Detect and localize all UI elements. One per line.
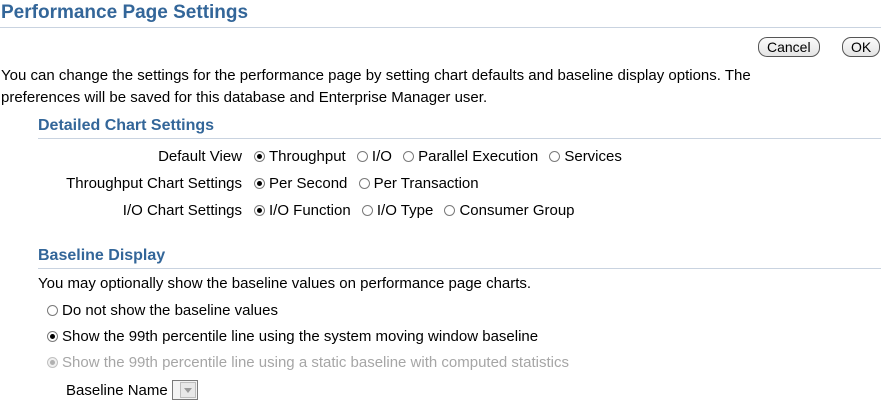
baseline-static-radio xyxy=(47,357,58,368)
consumer-group-option[interactable]: Consumer Group xyxy=(444,200,575,222)
io-type-radio[interactable] xyxy=(361,205,373,216)
per-transaction-radio[interactable] xyxy=(358,178,370,189)
default-view-throughput-radio[interactable] xyxy=(254,151,265,162)
per-transaction-label: Per Transaction xyxy=(373,175,479,192)
default-view-row: Default View Throughput I/O Parallel Exe… xyxy=(0,146,881,168)
baseline-moving-window-label: Show the 99th percentile line using the … xyxy=(62,328,539,345)
default-view-io-option[interactable]: I/O xyxy=(356,146,392,168)
per-second-label: Per Second xyxy=(269,175,348,192)
baseline-moving-window-radio[interactable] xyxy=(47,331,58,342)
baseline-option-none[interactable]: Do not show the baseline values xyxy=(47,300,278,322)
io-type-option[interactable]: I/O Type xyxy=(361,200,434,222)
io-settings-row: I/O Chart Settings I/O Function I/O Type… xyxy=(0,200,881,222)
cancel-button[interactable]: Cancel xyxy=(758,37,820,57)
default-view-options: Throughput I/O Parallel Execution Servic… xyxy=(254,146,629,168)
io-type-label: I/O Type xyxy=(376,202,434,219)
io-function-radio[interactable] xyxy=(254,205,265,216)
intro-line-2: preferences will be saved for this datab… xyxy=(1,89,488,106)
default-view-throughput-label: Throughput xyxy=(269,148,346,165)
baseline-description: You may optionally show the baseline val… xyxy=(38,275,532,292)
baseline-none-radio[interactable] xyxy=(47,305,58,316)
intro-text: You can change the settings for the perf… xyxy=(1,65,881,109)
baseline-name-row: Baseline Name xyxy=(66,380,198,402)
page-title: Performance Page Settings xyxy=(0,0,881,28)
io-function-label: I/O Function xyxy=(269,202,351,219)
chevron-down-icon[interactable] xyxy=(179,382,196,398)
throughput-settings-options: Per Second Per Transaction xyxy=(254,173,486,195)
baseline-display-header: Baseline Display xyxy=(38,245,881,269)
ok-button[interactable]: OK xyxy=(842,37,881,57)
throughput-settings-label: Throughput Chart Settings xyxy=(66,175,242,192)
consumer-group-radio[interactable] xyxy=(444,205,456,216)
default-view-parallel-label: Parallel Execution xyxy=(418,148,539,165)
throughput-settings-row: Throughput Chart Settings Per Second Per… xyxy=(0,173,881,195)
default-view-parallel-option[interactable]: Parallel Execution xyxy=(403,146,538,168)
baseline-name-label: Baseline Name xyxy=(66,382,168,399)
baseline-option-static: Show the 99th percentile line using a st… xyxy=(47,352,569,374)
io-function-option[interactable]: I/O Function xyxy=(254,200,351,222)
per-transaction-option[interactable]: Per Transaction xyxy=(358,173,479,195)
io-settings-options: I/O Function I/O Type Consumer Group xyxy=(254,200,582,222)
default-view-services-option[interactable]: Services xyxy=(549,146,622,168)
detailed-chart-settings-header: Detailed Chart Settings xyxy=(38,115,881,139)
default-view-io-label: I/O xyxy=(371,148,392,165)
intro-line-1: You can change the settings for the perf… xyxy=(1,67,751,84)
performance-page-settings: Performance Page Settings Cancel OK You … xyxy=(0,0,881,406)
per-second-option[interactable]: Per Second xyxy=(254,173,347,195)
consumer-group-label: Consumer Group xyxy=(459,202,575,219)
default-view-services-radio[interactable] xyxy=(549,151,561,162)
default-view-throughput-option[interactable]: Throughput xyxy=(254,146,346,168)
per-second-radio[interactable] xyxy=(254,178,265,189)
baseline-option-moving-window[interactable]: Show the 99th percentile line using the … xyxy=(47,326,538,348)
baseline-name-select[interactable] xyxy=(171,380,198,400)
default-view-services-label: Services xyxy=(564,148,622,165)
default-view-parallel-radio[interactable] xyxy=(403,151,415,162)
baseline-static-label: Show the 99th percentile line using a st… xyxy=(62,354,569,371)
default-view-label: Default View xyxy=(158,148,242,165)
io-settings-label: I/O Chart Settings xyxy=(122,202,242,219)
baseline-none-label: Do not show the baseline values xyxy=(62,302,278,319)
default-view-io-radio[interactable] xyxy=(356,151,368,162)
